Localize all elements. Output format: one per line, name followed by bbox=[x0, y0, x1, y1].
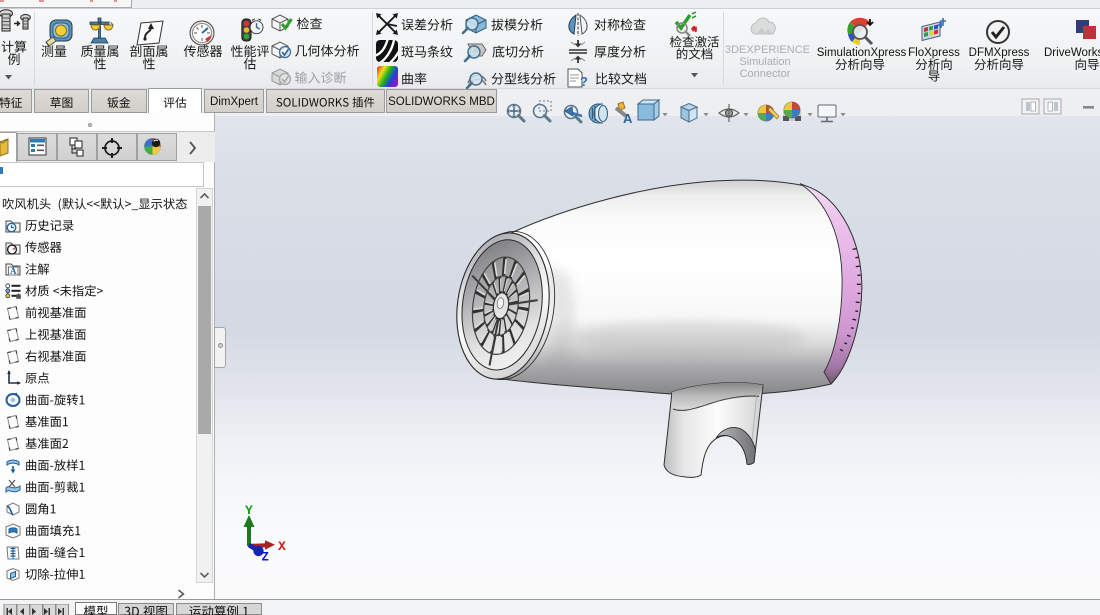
svg-text:X: X bbox=[278, 539, 286, 554]
svg-text:A: A bbox=[10, 266, 17, 276]
svg-text:Z: Z bbox=[262, 551, 270, 565]
svg-text:Y: Y bbox=[245, 503, 253, 518]
svg-text:A: A bbox=[623, 111, 633, 126]
